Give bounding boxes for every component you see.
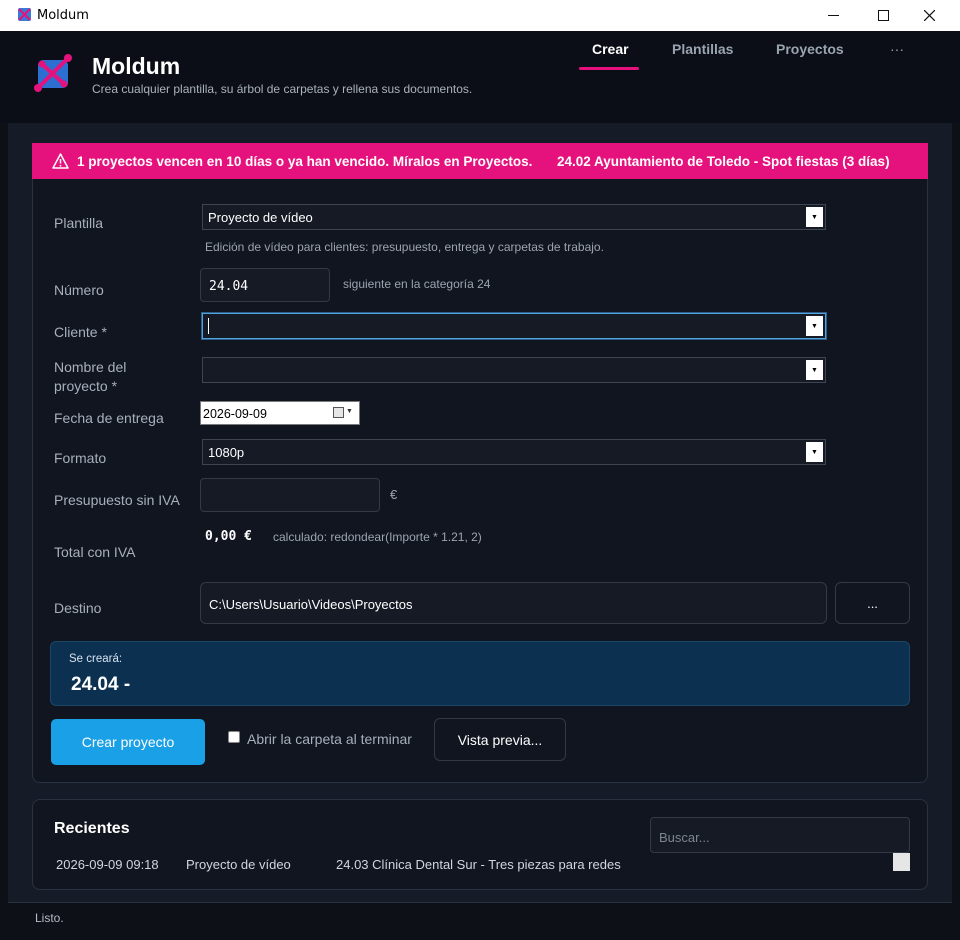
presupuesto-label: Presupuesto sin IVA xyxy=(54,492,180,508)
close-icon xyxy=(923,10,935,21)
destino-value: C:\Users\Usuario\Videos\Proyectos xyxy=(209,597,413,612)
window-title: Moldum xyxy=(37,8,89,23)
app-subtitle: Crea cualquier plantilla, su árbol de ca… xyxy=(92,82,473,96)
app-icon xyxy=(18,8,31,21)
recent-title: Recientes xyxy=(54,820,130,837)
preview-caption: Se creará: xyxy=(69,653,123,665)
numero-value: 24.04 xyxy=(209,279,249,294)
create-project-button[interactable]: Crear proyecto xyxy=(51,719,205,765)
minimize-button[interactable] xyxy=(810,0,856,31)
numero-label: Número xyxy=(54,282,104,298)
more-tabs-button[interactable]: ··· xyxy=(890,41,904,57)
nombre-label-line2: proyecto * xyxy=(54,378,118,394)
chevron-down-icon[interactable]: ▼ xyxy=(806,207,823,227)
scrollbar-thumb[interactable] xyxy=(893,853,910,871)
app-logo-icon xyxy=(34,54,72,92)
plantilla-select[interactable]: Proyecto de vídeo ▼ xyxy=(202,204,826,230)
active-tab-indicator xyxy=(579,67,639,70)
app-name: Moldum xyxy=(92,53,181,79)
calendar-icon[interactable] xyxy=(333,407,344,418)
browse-folder-button[interactable]: ... xyxy=(835,582,910,624)
total-formula: calculado: redondear(Importe * 1.21, 2) xyxy=(273,530,482,544)
close-button[interactable] xyxy=(906,0,952,31)
cliente-combobox[interactable]: ▼ xyxy=(202,313,826,339)
nombre-combobox[interactable]: ▼ xyxy=(202,357,826,383)
alert-message: 1 proyectos vencen en 10 días o ya han v… xyxy=(77,154,533,169)
creation-preview-panel: Se creará: 24.04 - xyxy=(50,641,910,706)
total-value: 0,00 € xyxy=(205,529,252,544)
total-label: Total con IVA xyxy=(54,544,136,560)
preview-button[interactable]: Vista previa... xyxy=(434,718,566,761)
tab-plantillas[interactable]: Plantillas xyxy=(672,41,733,57)
open-folder-checkbox[interactable] xyxy=(228,731,240,743)
destino-label: Destino xyxy=(54,600,102,616)
destino-input[interactable]: C:\Users\Usuario\Videos\Proyectos xyxy=(200,582,827,624)
chevron-down-icon[interactable]: ▼ xyxy=(806,360,823,380)
fecha-date-picker[interactable]: 2026-09-09 ▼ xyxy=(200,401,360,425)
numero-hint: siguiente en la categoría 24 xyxy=(343,277,491,291)
plantilla-description: Edición de vídeo para clientes: presupue… xyxy=(205,240,604,254)
minimize-icon xyxy=(827,15,839,16)
formato-select[interactable]: 1080p ▼ xyxy=(202,439,826,465)
formato-value: 1080p xyxy=(208,445,245,460)
search-placeholder: Buscar... xyxy=(659,830,710,845)
text-caret xyxy=(208,318,209,334)
open-folder-label[interactable]: Abrir la carpeta al terminar xyxy=(247,731,412,747)
plantilla-label: Plantilla xyxy=(54,215,104,231)
tab-crear[interactable]: Crear xyxy=(592,41,629,57)
chevron-down-icon[interactable]: ▼ xyxy=(806,316,823,336)
warning-icon xyxy=(52,153,69,169)
recent-template: Proyecto de vídeo xyxy=(186,857,291,872)
numero-input[interactable]: 24.04 xyxy=(200,268,330,302)
fecha-label: Fecha de entrega xyxy=(54,410,164,426)
plantilla-value: Proyecto de vídeo xyxy=(208,210,313,225)
tab-proyectos[interactable]: Proyectos xyxy=(776,41,844,57)
cliente-label: Cliente * xyxy=(54,324,107,340)
maximize-button[interactable] xyxy=(860,0,906,31)
fecha-value: 2026-09-09 xyxy=(203,407,267,421)
formato-label: Formato xyxy=(54,450,107,466)
nombre-label: Nombre del proyecto * xyxy=(54,358,126,396)
chevron-down-icon[interactable]: ▼ xyxy=(346,408,353,415)
recent-date: 2026-09-09 09:18 xyxy=(56,857,159,872)
alert-project-link[interactable]: 24.02 Ayuntamiento de Toledo - Spot fies… xyxy=(557,154,890,169)
preview-project-name: 24.04 - xyxy=(71,674,131,695)
search-input[interactable]: Buscar... xyxy=(650,817,910,853)
nombre-label-line1: Nombre del xyxy=(54,359,127,375)
status-text: Listo. xyxy=(35,911,64,925)
presupuesto-input[interactable] xyxy=(200,478,380,512)
maximize-icon xyxy=(877,10,889,21)
deadline-alert-banner[interactable]: 1 proyectos vencen en 10 días o ya han v… xyxy=(32,143,928,179)
currency-unit: € xyxy=(390,487,398,502)
status-divider xyxy=(8,902,952,903)
title-bar: Moldum xyxy=(0,0,960,31)
chevron-down-icon[interactable]: ▼ xyxy=(806,442,823,462)
recent-project: 24.03 Clínica Dental Sur - Tres piezas p… xyxy=(336,857,621,872)
